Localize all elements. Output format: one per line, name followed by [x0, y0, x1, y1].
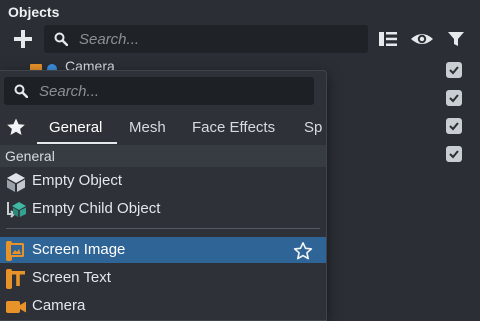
- check-icon: [449, 150, 459, 159]
- menu-item-label: Camera: [32, 297, 86, 314]
- active-tab-indicator: [37, 142, 117, 144]
- menu-item-label: Empty Object: [32, 172, 123, 189]
- favorites-star-icon[interactable]: [6, 117, 26, 137]
- check-icon: [449, 66, 459, 75]
- tab-mesh[interactable]: Mesh: [129, 119, 166, 136]
- search-icon: [54, 32, 68, 46]
- menu-item-camera[interactable]: Camera: [0, 293, 326, 319]
- screen-image-icon: [6, 241, 24, 261]
- add-icon: [14, 30, 32, 48]
- tab-face-effects[interactable]: Face Effects: [192, 119, 275, 136]
- menu-item-screen-image[interactable]: Screen Image: [0, 237, 326, 263]
- check-icon: [449, 122, 459, 131]
- favorite-star-icon[interactable]: [293, 241, 313, 261]
- panel-title: Objects: [8, 4, 60, 20]
- visibility-checkbox[interactable]: [446, 146, 462, 162]
- menu-item-screen-text[interactable]: Screen Text: [0, 265, 326, 291]
- menu-item-label: Screen Image: [32, 241, 126, 258]
- camera-icon: [6, 301, 26, 313]
- filter-icon[interactable]: [446, 29, 466, 49]
- empty-child-object-icon: [7, 202, 26, 218]
- menu-search-input[interactable]: Search...: [4, 77, 314, 105]
- visibility-checkbox[interactable]: [446, 118, 462, 134]
- visibility-checkbox[interactable]: [446, 62, 462, 78]
- category-tabs: General Mesh Face Effects Sp: [0, 113, 326, 143]
- check-icon: [449, 94, 459, 103]
- menu-item-label: Screen Text: [32, 269, 111, 286]
- add-object-menu: Search... General Mesh Face Effects Sp G…: [0, 70, 327, 321]
- objects-search-input[interactable]: Search...: [44, 25, 368, 53]
- section-header: General: [0, 145, 326, 167]
- menu-item-empty-object[interactable]: Empty Object: [0, 168, 326, 194]
- tab-general[interactable]: General: [49, 119, 102, 136]
- menu-item-label: Empty Child Object: [32, 200, 161, 217]
- add-object-button[interactable]: [12, 28, 34, 50]
- eye-icon[interactable]: [410, 29, 434, 49]
- search-placeholder: Search...: [39, 83, 100, 100]
- menu-item-empty-child-object[interactable]: Empty Child Object: [0, 196, 326, 222]
- search-placeholder: Search...: [79, 31, 140, 48]
- empty-object-icon: [7, 173, 25, 192]
- list-icon[interactable]: [378, 29, 398, 49]
- section-title: General: [5, 148, 55, 164]
- screen-text-icon: [6, 269, 25, 289]
- tab-more[interactable]: Sp: [304, 119, 322, 136]
- visibility-checkbox[interactable]: [446, 90, 462, 106]
- search-icon: [14, 84, 28, 98]
- menu-divider: [6, 228, 320, 229]
